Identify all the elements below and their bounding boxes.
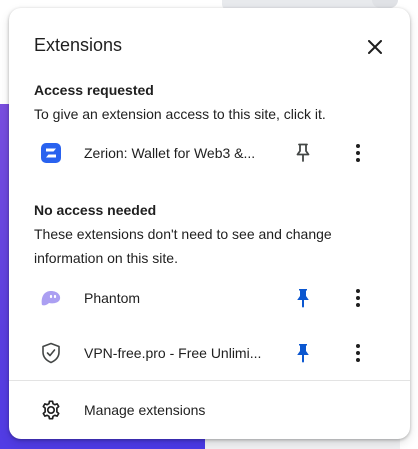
pin-toggle-button[interactable] — [291, 141, 315, 165]
pin-filled-icon — [297, 344, 309, 363]
manage-extensions-button[interactable]: Manage extensions — [9, 392, 410, 428]
pin-toggle-button[interactable] — [291, 286, 315, 310]
extension-row-vpn-free[interactable]: VPN-free.pro - Free Unlimi... — [9, 331, 410, 375]
browser-button-edge — [372, 0, 398, 8]
extension-row-zerion[interactable]: Zerion: Wallet for Web3 &... — [9, 131, 410, 175]
zerion-logo-icon — [39, 141, 63, 165]
pin-filled-icon — [297, 289, 309, 308]
footer-divider — [9, 380, 410, 381]
access-requested-heading: Access requested — [34, 82, 154, 98]
extensions-popup: Extensions Access requested To give an e… — [9, 8, 410, 439]
more-options-button[interactable] — [346, 341, 370, 365]
gear-icon — [39, 398, 63, 422]
popup-title: Extensions — [34, 35, 123, 55]
shield-check-icon — [39, 341, 63, 365]
extension-name: VPN-free.pro - Free Unlimi... — [84, 345, 262, 361]
no-access-heading: No access needed — [34, 202, 157, 218]
more-options-button[interactable] — [346, 141, 370, 165]
phantom-ghost-icon — [39, 286, 63, 310]
extension-name: Zerion: Wallet for Web3 &... — [84, 145, 256, 161]
access-requested-description: To give an extension access to this site… — [34, 106, 326, 122]
close-icon — [368, 40, 382, 54]
extension-row-phantom[interactable]: Phantom — [9, 276, 410, 320]
more-vertical-icon — [356, 144, 360, 162]
more-options-button[interactable] — [346, 286, 370, 310]
manage-extensions-label: Manage extensions — [84, 402, 206, 418]
no-access-description: These extensions don't need to see and c… — [34, 226, 332, 266]
pin-toggle-button[interactable] — [291, 341, 315, 365]
more-vertical-icon — [356, 344, 360, 362]
close-button[interactable] — [363, 35, 387, 59]
extension-name: Phantom — [84, 290, 141, 306]
more-vertical-icon — [356, 289, 360, 307]
pin-outline-icon — [296, 143, 310, 162]
